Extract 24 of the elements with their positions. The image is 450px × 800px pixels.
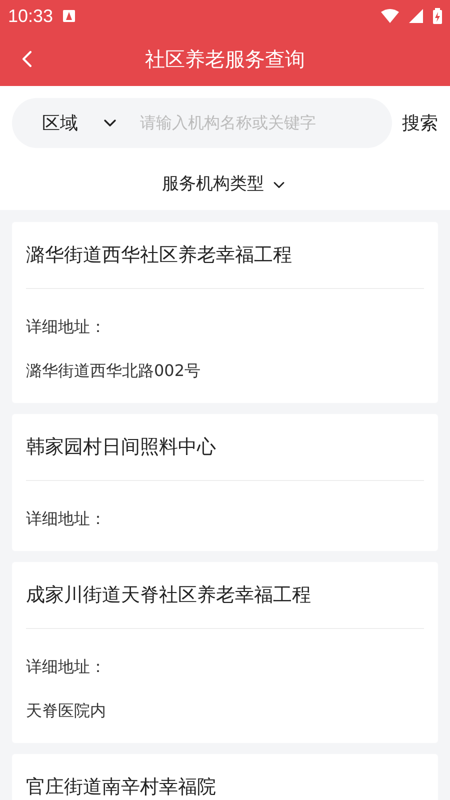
search-field[interactable]: 请输入机构名称或关键字 (140, 111, 382, 135)
battery-icon (433, 8, 442, 24)
notification-icon (63, 10, 76, 22)
search-bar[interactable]: 区域 请输入机构名称或关键字 (12, 98, 392, 148)
page-title: 社区养老服务查询 (145, 46, 305, 73)
institution-card[interactable]: 韩家园村日间照料中心 详细地址： (12, 414, 438, 551)
institution-card[interactable]: 成家川街道天脊社区养老幸福工程 详细地址： 天脊医院内 (12, 562, 438, 743)
institution-name: 潞华街道西华社区养老幸福工程 (26, 242, 292, 268)
institution-name: 韩家园村日间照料中心 (26, 434, 216, 460)
institution-card[interactable]: 官庄街道南辛村幸福院 (12, 754, 438, 800)
institution-name: 成家川街道天脊社区养老幸福工程 (26, 582, 311, 608)
address-text: 潞华街道西华北路002号 (26, 360, 202, 382)
signal-icon (409, 9, 423, 23)
institution-card[interactable]: 潞华街道西华社区养老幸福工程 详细地址： 潞华街道西华北路002号 (12, 222, 438, 403)
address-text: 天脊医院内 (26, 700, 107, 722)
wifi-icon (381, 9, 399, 23)
address-label: 详细地址： (26, 316, 107, 338)
institution-name: 官庄街道南辛村幸福院 (26, 774, 216, 800)
status-time: 10:33 (8, 4, 54, 28)
type-filter[interactable]: 服务机构类型 (162, 172, 288, 198)
address-label: 详细地址： (26, 656, 107, 678)
address-label: 详细地址： (26, 508, 107, 530)
search-button[interactable]: 搜索 (402, 110, 438, 136)
region-dropdown[interactable]: 区域 (42, 110, 120, 136)
